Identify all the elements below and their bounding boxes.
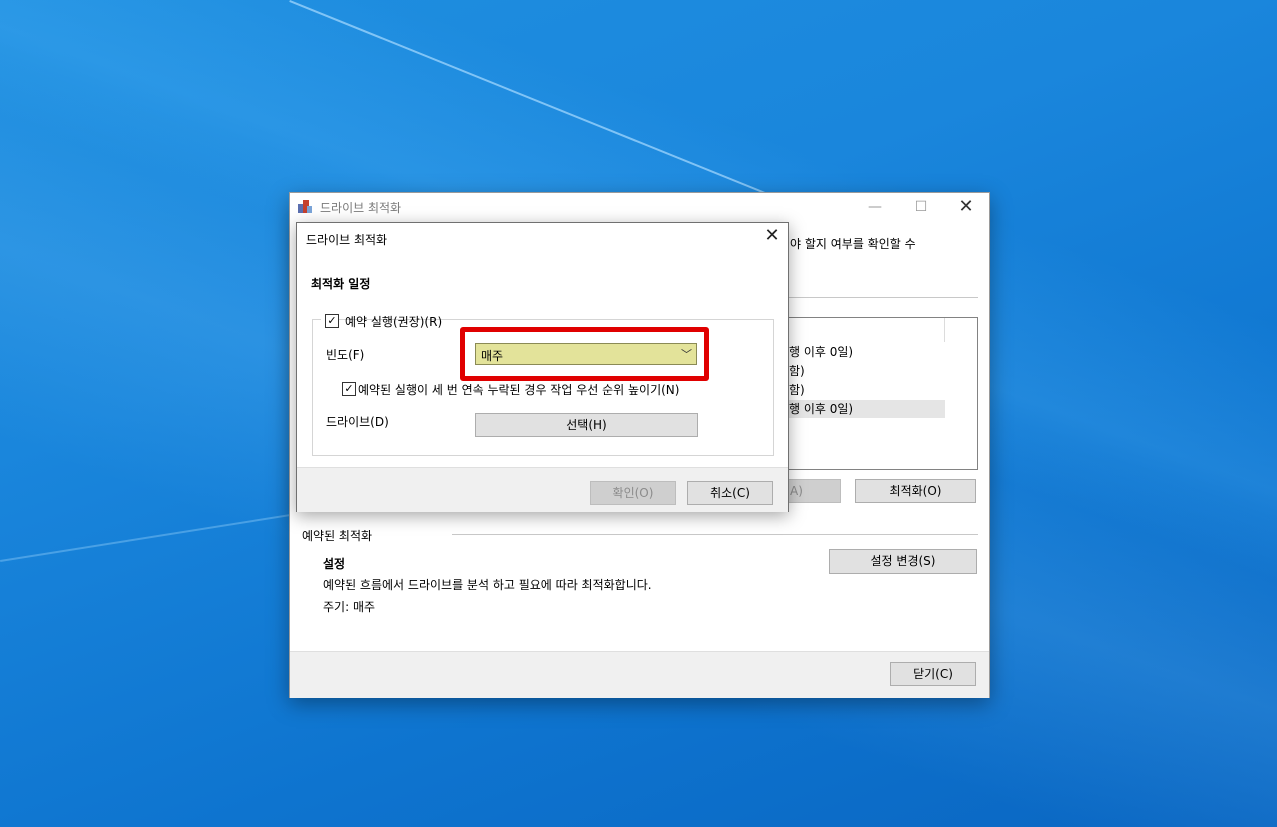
scheduled-optimization-label: 예약된 최적화 (302, 529, 373, 543)
chevron-down-icon: ﹀ (681, 348, 692, 361)
choose-drives-button[interactable]: 선택(H) (475, 413, 698, 437)
defrag-app-icon (298, 200, 312, 214)
frequency-dropdown[interactable]: 매주 ﹀ (475, 343, 697, 365)
run-on-schedule-label: 예약 실행(권장)(R) (345, 315, 443, 329)
cancel-button[interactable]: 취소(C) (687, 481, 773, 505)
ok-button[interactable]: 확인(O) (590, 481, 676, 505)
minimize-icon[interactable]: — (852, 193, 898, 221)
close-button[interactable]: 닫기(C) (890, 662, 976, 686)
priority-checkbox[interactable]: ✓ (342, 382, 356, 396)
drive-row[interactable]: 행 이후 0일) (789, 343, 945, 361)
column-divider (944, 318, 945, 342)
run-on-schedule-checkbox[interactable]: ✓ (325, 314, 339, 328)
change-settings-button[interactable]: 설정 변경(S) (829, 549, 977, 574)
divider (452, 534, 978, 535)
divider (788, 297, 978, 298)
schedule-description: 예약된 흐름에서 드라이브를 분석 하고 필요에 따라 최적화합니다. (323, 578, 652, 592)
window-footer: 닫기(C) (290, 651, 989, 698)
optimize-button[interactable]: 최적화(O) (855, 479, 976, 503)
dialog-heading: 최적화 일정 (311, 277, 371, 291)
close-icon[interactable]: ✕ (763, 227, 781, 245)
settings-heading: 설정 (323, 557, 346, 571)
frequency-info: 주기: 매주 (323, 600, 376, 614)
frequency-value: 매주 (481, 349, 504, 363)
drive-list[interactable]: 행 이후 0일) 함) 함) 행 이후 0일) (788, 317, 978, 470)
frequency-label: 빈도(F) (326, 348, 365, 362)
close-icon[interactable]: ✕ (943, 193, 989, 221)
drive-row-selected[interactable]: 행 이후 0일) (789, 400, 945, 418)
dialog-footer: 확인(O) 취소(C) (297, 467, 788, 512)
drive-row[interactable]: 함) (789, 381, 945, 399)
window-title-bar[interactable]: 드라이브 최적화 — ☐ ✕ (290, 193, 989, 221)
priority-label: 예약된 실행이 세 번 연속 누락된 경우 작업 우선 순위 높이기(N) (358, 383, 680, 397)
dialog-title: 드라이브 최적화 (306, 233, 388, 247)
run-on-schedule-option[interactable]: ✓ 예약 실행(권장)(R) (321, 311, 442, 329)
window-description: 야 할지 여부를 확인할 수 (790, 237, 916, 251)
optimization-schedule-dialog: 드라이브 최적화 ✕ 최적화 일정 ✓ 예약 실행(권장)(R) 빈도(F) ✓… (296, 222, 789, 512)
analyze-button[interactable]: A) (787, 479, 841, 503)
maximize-icon[interactable]: ☐ (898, 193, 944, 221)
drives-label: 드라이브(D) (326, 415, 389, 429)
drive-row[interactable]: 함) (789, 362, 945, 380)
window-title: 드라이브 최적화 (320, 201, 402, 215)
